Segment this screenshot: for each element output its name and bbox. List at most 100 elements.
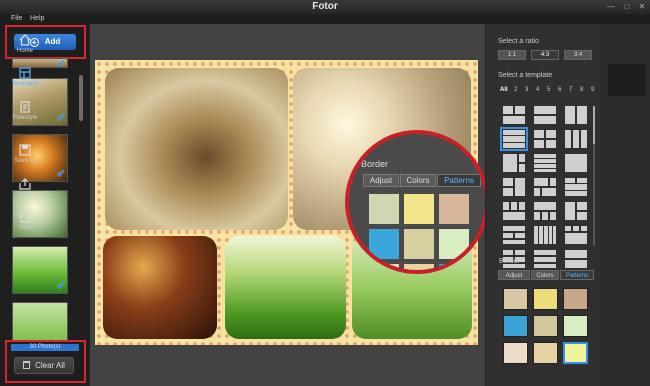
template-cell [544, 226, 548, 244]
pattern-swatch[interactable] [503, 315, 528, 337]
template-cell [577, 106, 587, 124]
template-cell [565, 178, 575, 183]
template-thumbnail[interactable] [565, 202, 587, 220]
collage-photo-couple[interactable] [105, 68, 288, 230]
template-thumbnail[interactable] [565, 106, 587, 124]
tab-patterns[interactable]: Patterns [560, 270, 594, 280]
template-cell [503, 116, 525, 124]
thumbnail-scrollbar[interactable] [79, 75, 83, 121]
template-cell [515, 250, 525, 255]
template-thumbnail[interactable] [565, 178, 587, 196]
template-filter-4[interactable]: 4 [536, 87, 539, 93]
template-thumbnail[interactable] [565, 250, 587, 268]
template-filter-6[interactable]: 6 [558, 87, 561, 93]
check-icon: ✔ [56, 281, 65, 292]
template-thumbnail[interactable] [534, 178, 556, 196]
ratio-3-4-button[interactable]: 3:4 [564, 50, 592, 60]
nav-freestyle[interactable]: Freestyle [0, 101, 50, 121]
collage-photo-bicycle[interactable] [103, 236, 217, 339]
template-filter-3[interactable]: 3 [525, 87, 528, 93]
template-cell [565, 154, 587, 172]
minimize-icon[interactable]: — [606, 2, 616, 11]
template-thumbnail[interactable] [503, 202, 525, 220]
template-cell [534, 250, 556, 255]
template-cell [534, 159, 556, 163]
template-cell [565, 226, 571, 231]
template-filter-5[interactable]: 5 [547, 87, 550, 93]
photo-count: 30 Photo(s) [11, 344, 79, 351]
nav-new[interactable]: New [0, 211, 50, 231]
ratio-label: Select a ratio [498, 38, 539, 45]
menu-file[interactable]: File [11, 15, 22, 22]
maximize-icon[interactable]: □ [622, 2, 632, 11]
template-thumbnail[interactable] [500, 127, 528, 151]
tab-colors[interactable]: Colors [531, 270, 559, 280]
pattern-swatch[interactable] [533, 315, 558, 337]
template-thumbnail[interactable] [503, 106, 525, 124]
nav-save-as[interactable]: Save as [0, 144, 50, 164]
close-icon[interactable]: ✕ [637, 2, 647, 11]
template-filter-all[interactable]: All [500, 87, 508, 93]
magnifier-callout: Border Adjust Colors Patterns [345, 130, 489, 274]
template-cell [534, 140, 544, 148]
template-cell [539, 226, 543, 244]
pattern-swatch[interactable] [503, 288, 528, 310]
template-thumbnail[interactable] [565, 130, 587, 148]
pattern-swatch[interactable] [503, 342, 528, 364]
collage-photo-grass[interactable] [225, 236, 346, 339]
template-thumbnail[interactable] [534, 226, 556, 244]
template-scrollbar-thumb[interactable] [593, 106, 595, 144]
template-cell [565, 184, 587, 190]
pattern-swatch[interactable] [533, 288, 558, 310]
template-thumbnail[interactable] [565, 226, 587, 244]
template-cell [577, 178, 587, 183]
template-thumbnail[interactable] [503, 154, 525, 172]
template-cell [503, 202, 509, 210]
template-filter-7[interactable]: 7 [569, 87, 572, 93]
template-cell [534, 257, 556, 262]
template-thumbnail[interactable] [503, 226, 525, 244]
nav-save-as-label: Save as [14, 158, 36, 164]
magnifier-border-label: Border [361, 159, 389, 169]
template-cell [546, 140, 556, 148]
magnifier-pattern-swatch [439, 229, 469, 259]
pattern-swatch[interactable] [563, 315, 588, 337]
nav-home[interactable]: Home [0, 34, 50, 54]
check-icon: ✔ [56, 59, 65, 70]
magnifier-pattern-swatch [439, 194, 469, 224]
pattern-swatch[interactable] [563, 288, 588, 310]
template-thumbnail[interactable] [534, 250, 556, 268]
template-filter-8[interactable]: 8 [580, 87, 583, 93]
template-cell [503, 130, 525, 135]
template-thumbnail[interactable] [503, 178, 525, 196]
nav-templates[interactable]: Templates [0, 67, 50, 87]
template-cell [511, 202, 517, 210]
nav-home-label: Home [16, 48, 33, 54]
freestyle-icon [20, 101, 30, 113]
template-filter-2[interactable]: 2 [514, 87, 517, 93]
pattern-swatch[interactable] [563, 342, 588, 364]
menu-help[interactable]: Help [30, 15, 44, 22]
nav-share[interactable]: Share [0, 178, 50, 198]
template-thumbnail[interactable] [534, 202, 556, 220]
template-thumbnail[interactable] [534, 106, 556, 124]
template-cell [503, 212, 525, 220]
template-cell [503, 240, 525, 244]
template-thumbnail[interactable] [534, 130, 556, 148]
trash-icon [23, 361, 31, 369]
new-document-icon [20, 211, 30, 223]
photo-thumbnail[interactable]: ✔ [12, 246, 68, 294]
template-thumbnail[interactable] [565, 154, 587, 172]
nav-freestyle-label: Freestyle [12, 115, 38, 121]
photo-thumbnail[interactable] [12, 302, 68, 342]
template-thumbnail[interactable] [534, 154, 556, 172]
template-filter-9[interactable]: 9 [591, 87, 594, 93]
check-icon: ✔ [56, 113, 65, 124]
templates-icon [19, 67, 31, 79]
clear-all-button[interactable]: Clear All [14, 357, 74, 374]
pattern-swatch[interactable] [533, 342, 558, 364]
ratio-1-1-button[interactable]: 1:1 [498, 50, 526, 60]
ratio-4-3-button[interactable]: 4:3 [531, 50, 559, 60]
tab-adjust[interactable]: Adjust [498, 270, 530, 280]
template-cell [534, 202, 556, 210]
